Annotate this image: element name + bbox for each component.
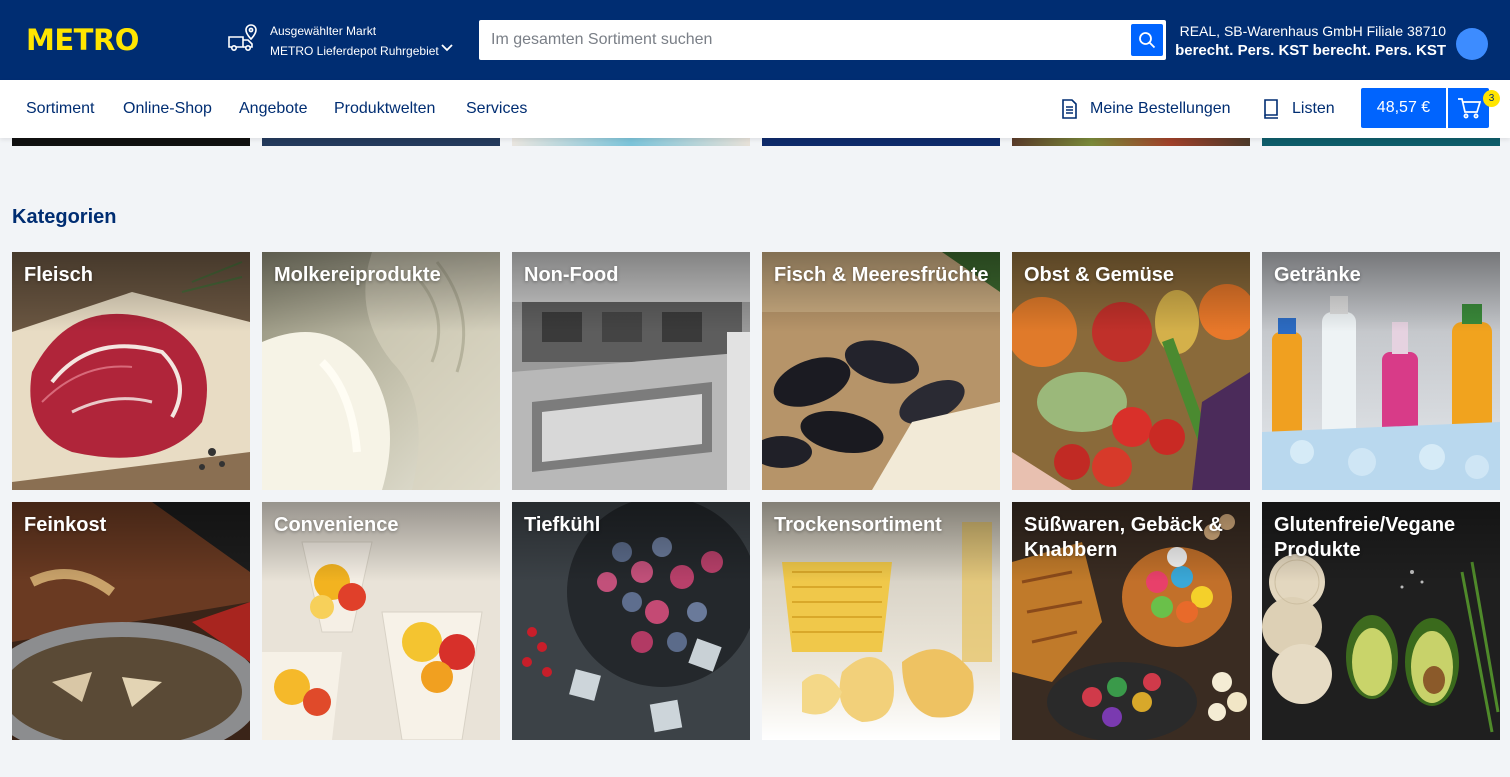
category-label: Fisch & Meeresfrüchte <box>774 264 989 286</box>
category-label: Molkereiprodukte <box>274 264 441 286</box>
category-label: Non-Food <box>524 264 619 286</box>
category-tile-feinkost[interactable]: Feinkost <box>12 502 250 740</box>
search-bar <box>479 20 1166 60</box>
category-label: Fleisch <box>24 264 93 286</box>
lists-label: Listen <box>1292 100 1335 117</box>
prev-tile-edge <box>262 138 500 146</box>
cart-icon <box>1457 98 1481 119</box>
category-tile-fisch[interactable]: Fisch & Meeresfrüchte <box>762 252 1000 490</box>
category-label: Obst & Gemüse <box>1024 264 1175 286</box>
truck-location-icon <box>228 24 257 51</box>
category-label: Trockensortiment <box>774 514 942 536</box>
lists-link[interactable]: Listen <box>1262 80 1335 138</box>
account-company: REAL, SB-Warenhaus GmbH Filiale 38710 <box>1179 23 1446 39</box>
category-label: Tiefkühl <box>524 514 601 536</box>
category-tile-glutenfrei-vegan[interactable]: Glutenfreie/Vegane Produkte <box>1262 502 1500 740</box>
nav-item-services[interactable]: Services <box>466 99 527 119</box>
category-tile-non-food[interactable]: Non-Food <box>512 252 750 490</box>
nav-item-online-shop[interactable]: Online-Shop <box>123 99 212 119</box>
nav-item-produktwelten[interactable]: Produktwelten <box>334 99 435 119</box>
category-tile-obst-gemuese[interactable]: Obst & Gemüse <box>1012 252 1250 490</box>
search-icon <box>1139 32 1156 49</box>
cart-count-badge: 3 <box>1483 90 1500 107</box>
category-tile-tiefkuehl[interactable]: Tiefkühl <box>512 502 750 740</box>
my-orders-label: Meine Bestellungen <box>1090 100 1231 117</box>
account-user: berecht. Pers. KST berecht. Pers. KST <box>1175 42 1446 59</box>
main-nav: Sortiment Online-Shop Angebote Produktwe… <box>0 80 1510 138</box>
metro-logo[interactable]: METRO <box>26 26 139 55</box>
list-icon <box>1264 99 1278 119</box>
chevron-down-icon <box>441 44 453 52</box>
category-label: Convenience <box>274 514 399 536</box>
categories-title: Kategorien <box>12 206 117 228</box>
prev-tile-edge <box>12 138 250 146</box>
category-label: Feinkost <box>24 514 107 536</box>
category-tile-trockensortiment[interactable]: Trockensortiment <box>762 502 1000 740</box>
category-label: Glutenfreie/Vegane Produkte <box>1274 514 1456 561</box>
category-tile-fleisch[interactable]: Fleisch <box>12 252 250 490</box>
prev-tile-edge <box>1262 138 1500 146</box>
search-button[interactable] <box>1131 24 1163 56</box>
account-info[interactable]: REAL, SB-Warenhaus GmbH Filiale 38710 be… <box>1175 22 1446 61</box>
orders-icon <box>1062 99 1077 119</box>
prev-tile-edge <box>512 138 750 146</box>
store-selector[interactable]: Ausgewählter Markt METRO Lieferdepot Ruh… <box>226 21 453 63</box>
avatar[interactable] <box>1456 28 1488 60</box>
my-orders-link[interactable]: Meine Bestellungen <box>1060 80 1231 138</box>
store-caption: Ausgewählter Markt <box>270 24 377 38</box>
top-header: METRO Ausgewählter Markt METRO Lieferdep… <box>0 0 1510 80</box>
nav-item-angebote[interactable]: Angebote <box>239 99 308 119</box>
category-label: Getränke <box>1274 264 1361 286</box>
store-name: METRO Lieferdepot Ruhrgebiet <box>270 44 439 58</box>
category-label: Süßwaren, Gebäck & Knabbern <box>1024 514 1223 561</box>
category-tile-molkereiprodukte[interactable]: Molkereiprodukte <box>262 252 500 490</box>
category-tile-suesswaren[interactable]: Süßwaren, Gebäck & Knabbern <box>1012 502 1250 740</box>
search-input[interactable] <box>479 20 1129 60</box>
nav-item-sortiment[interactable]: Sortiment <box>26 99 94 119</box>
cart-widget: 48,57 € <box>1361 88 1489 128</box>
prev-tile-edge <box>1012 138 1250 146</box>
category-tile-convenience[interactable]: Convenience <box>262 502 500 740</box>
category-tile-getraenke[interactable]: Getränke <box>1262 252 1500 490</box>
cart-total-button[interactable]: 48,57 € <box>1361 88 1446 128</box>
prev-tile-edge <box>762 138 1000 146</box>
